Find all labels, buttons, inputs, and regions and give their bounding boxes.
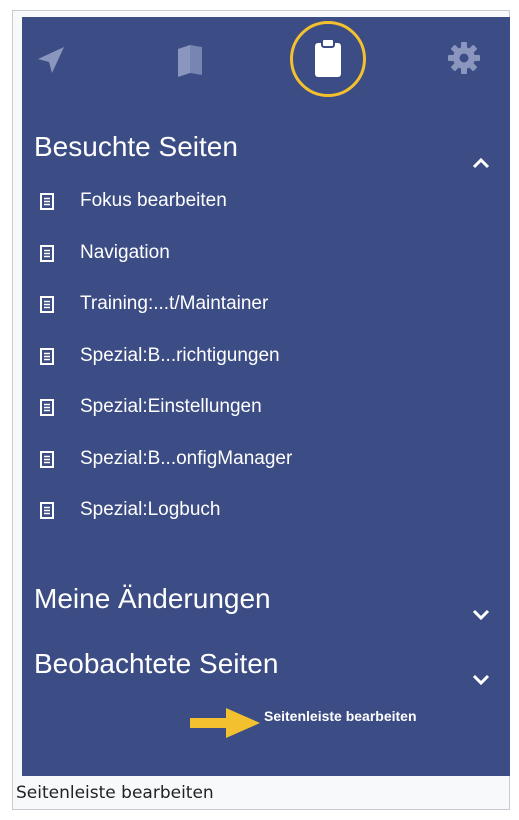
- sidebar-panel: Besuchte Seiten Fokus bearbeiten Navigat…: [22, 17, 510, 776]
- list-item-label: Fokus bearbeiten: [80, 190, 227, 211]
- section-visited-pages[interactable]: Besuchte Seiten: [34, 127, 494, 169]
- clipboard-icon: [315, 38, 341, 77]
- list-item-label: Training:...t/Maintainer: [80, 293, 269, 314]
- page-icon: [40, 502, 54, 519]
- page-icon: [40, 296, 54, 313]
- list-item-label: Spezial:B...richtigungen: [80, 345, 280, 366]
- gear-icon[interactable]: [447, 41, 481, 80]
- page-icon: [40, 193, 54, 210]
- clipboard-tab-button[interactable]: [290, 21, 366, 97]
- page-icon: [40, 451, 54, 468]
- section-my-changes[interactable]: Meine Änderungen: [34, 579, 494, 621]
- chevron-down-icon[interactable]: [472, 657, 490, 697]
- section-title: Beobachtete Seiten: [34, 648, 279, 679]
- list-item-label: Spezial:B...onfigManager: [80, 448, 293, 469]
- page-icon: [40, 245, 54, 262]
- page-icon: [40, 399, 54, 416]
- figure-caption: Seitenleiste bearbeiten: [16, 783, 214, 803]
- yellow-arrow-icon: [190, 705, 262, 746]
- navigation-arrow-icon[interactable]: [36, 45, 66, 80]
- list-item-label: Spezial:Logbuch: [80, 499, 221, 520]
- edit-sidebar-link[interactable]: Seitenleiste bearbeiten: [264, 708, 417, 724]
- list-item-label: Navigation: [80, 242, 170, 263]
- section-title: Meine Änderungen: [34, 583, 271, 614]
- chevron-up-icon[interactable]: [472, 140, 490, 180]
- chevron-down-icon[interactable]: [472, 592, 490, 632]
- section-watched-pages[interactable]: Beobachtete Seiten: [34, 644, 494, 686]
- list-item-label: Spezial:Einstellungen: [80, 396, 262, 417]
- page-icon: [40, 348, 54, 365]
- book-icon[interactable]: [176, 43, 204, 82]
- section-title: Besuchte Seiten: [34, 131, 238, 162]
- sidebar-tabs: [22, 17, 510, 117]
